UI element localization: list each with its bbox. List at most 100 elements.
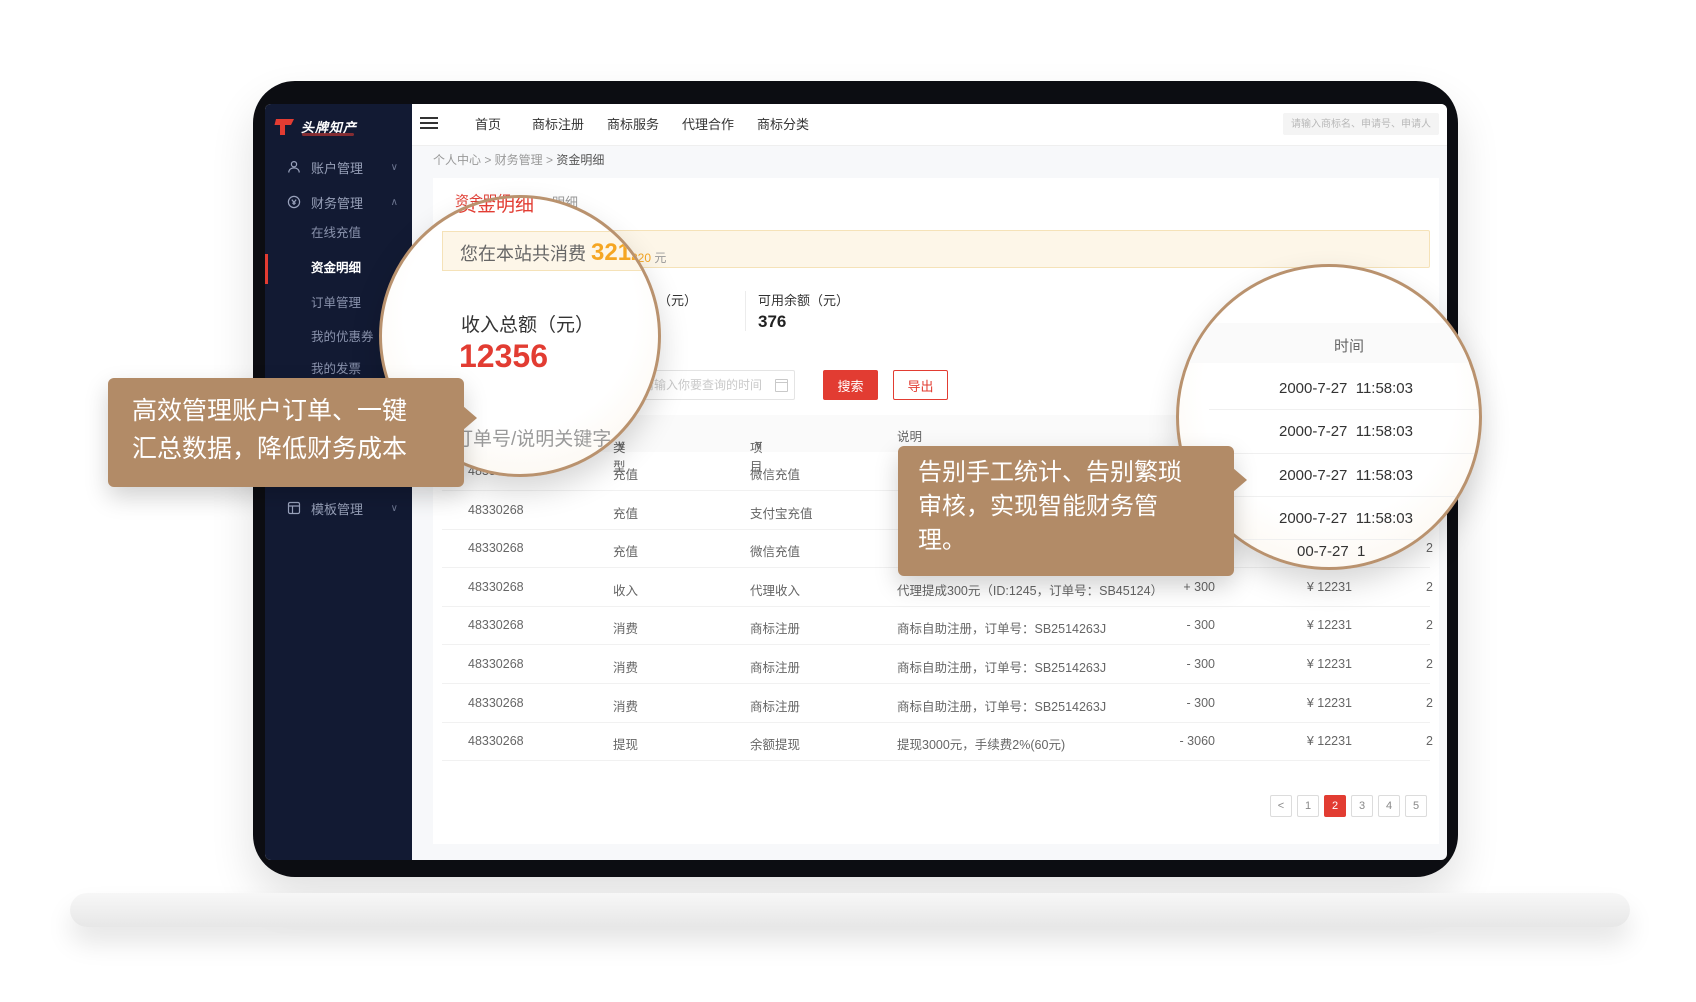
pagination-prev[interactable]: < — [1270, 795, 1292, 817]
col-desc: 说明 — [897, 426, 922, 445]
callout-text: 审核，实现智能财务管 — [918, 490, 1214, 524]
lens-tab-label: 资金明细 — [458, 195, 534, 217]
pagination-page-3[interactable]: 3 — [1351, 795, 1373, 817]
cell-time-fragment: 2 — [1426, 734, 1433, 748]
cell-time-fragment: 2 — [1426, 580, 1433, 594]
cell-order: 48330268 — [468, 541, 524, 555]
cell-type: 充值 — [613, 464, 638, 483]
active-indicator — [265, 254, 268, 284]
cell-balance: ¥ 12231 — [1232, 734, 1352, 748]
lens-time-header-strip: 时间 — [1179, 323, 1479, 363]
cell-balance: ¥ 12231 — [1232, 580, 1352, 594]
cell-order: 48330268 — [468, 734, 524, 748]
nav-agent[interactable]: 代理合作 — [682, 104, 734, 145]
cell-project: 商标注册 — [750, 696, 800, 715]
lens-income-label: 收入总额（元） — [461, 310, 594, 337]
cell-balance: ¥ 12231 — [1232, 618, 1352, 632]
nav-tm-register[interactable]: 商标注册 — [532, 104, 584, 145]
cell-project: 微信充值 — [750, 541, 800, 560]
pagination-page-1[interactable]: 1 — [1297, 795, 1319, 817]
callout-text: 告别手工统计、告别繁琐 — [918, 456, 1214, 490]
cell-amount: - 300 — [1082, 657, 1215, 671]
search-button[interactable]: 搜索 — [823, 370, 878, 400]
user-icon — [287, 160, 301, 174]
sidebar-subitem-coupons[interactable]: 我的优惠券 — [311, 325, 374, 349]
lens-timestamp-fragment: 00-7-27 1 — [1297, 543, 1365, 560]
callout-text: 理。 — [918, 524, 1214, 558]
cell-project: 商标注册 — [750, 657, 800, 676]
sort-caret-icon: ∨ — [754, 437, 763, 452]
sidebar-item-label: 模板管理 — [311, 499, 363, 518]
sidebar-item-finance[interactable]: 财务管理 ∧ — [265, 184, 412, 220]
nav-home[interactable]: 首页 — [475, 104, 501, 145]
stat-balance-label: 可用余额（元） — [758, 290, 849, 309]
cell-time-fragment: 2 — [1426, 541, 1433, 555]
pagination-page-2-active[interactable]: 2 — [1324, 795, 1346, 817]
stat-divider — [745, 291, 746, 331]
lens-notice-text: 您在本站共消费 32124 — [460, 239, 658, 267]
chevron-up-icon: ∧ — [391, 197, 398, 208]
cell-order: 48330268 — [468, 696, 524, 710]
cell-order: 48330268 — [468, 580, 524, 594]
cell-desc: 商标自助注册，订单号：SB2514263J — [897, 657, 1106, 676]
cell-amount: - 3060 — [1082, 734, 1215, 748]
calendar-icon[interactable] — [775, 379, 788, 392]
cell-desc: 商标自助注册，订单号：SB2514263J — [897, 618, 1106, 637]
finance-icon — [287, 195, 301, 209]
lens-timestamp: 2000-7-27 11:58:03 — [1279, 380, 1413, 397]
sidebar-subitem-recharge[interactable]: 在线充值 — [311, 221, 361, 245]
cell-balance: ¥ 12231 — [1232, 696, 1352, 710]
sidebar-item-account[interactable]: 账户管理 ∨ — [265, 149, 412, 185]
cell-type: 充值 — [613, 503, 638, 522]
cell-type: 提现 — [613, 734, 638, 753]
sidebar-subitem-orders[interactable]: 订单管理 — [311, 291, 361, 315]
sidebar-item-label: 财务管理 — [311, 193, 363, 212]
cell-project: 商标注册 — [750, 618, 800, 637]
cell-project: 余额提现 — [750, 734, 800, 753]
cell-amount: - 300 — [1082, 696, 1215, 710]
cell-type: 充值 — [613, 541, 638, 560]
cell-type: 消费 — [613, 618, 638, 637]
lens-row-separator — [1209, 409, 1479, 410]
template-icon — [287, 501, 301, 515]
breadcrumb-current: 资金明细 — [556, 153, 604, 167]
pagination-page-5[interactable]: 5 — [1405, 795, 1427, 817]
cell-order: 48330268 — [468, 503, 524, 517]
sidebar-item-template[interactable]: 模板管理 ∨ — [265, 490, 412, 526]
lens-notice-prefix: 您在本站共消费 — [460, 244, 591, 264]
callout-right: 告别手工统计、告别繁琐 审核，实现智能财务管 理。 — [898, 446, 1234, 576]
lens-notice-value: 32124 — [591, 239, 658, 266]
sidebar-subitem-fund-details[interactable]: 资金明细 — [311, 256, 361, 280]
breadcrumb-path: 个人中心 > 财务管理 > — [433, 153, 556, 167]
lens-timestamp: 2000-7-27 11:58:03 — [1279, 510, 1413, 527]
cell-amount: + 300 — [1082, 580, 1215, 594]
lens-time-header: 时间 — [1334, 335, 1364, 356]
laptop-base — [70, 893, 1630, 927]
table-row[interactable]: 48330268消费商标注册商标自助注册，订单号：SB2514263J- 300… — [442, 606, 1430, 645]
cell-type: 消费 — [613, 657, 638, 676]
export-button[interactable]: 导出 — [893, 370, 948, 400]
sort-caret-icon: ∨ — [617, 437, 626, 452]
pagination-page-4[interactable]: 4 — [1378, 795, 1400, 817]
table-row[interactable]: 48330268 提现 余额提现 提现3000元，手续费2%(60元) - 3060 ¥ … — [442, 722, 1430, 761]
stat-mid-label: （元） — [658, 290, 697, 309]
cell-order: 48330268 — [468, 657, 524, 671]
lens-row-separator — [1209, 496, 1479, 497]
hamburger-menu-icon[interactable] — [420, 117, 438, 131]
nav-tm-class[interactable]: 商标分类 — [757, 104, 809, 145]
marketing-canvas: 头牌知产 账户管理 ∨ 财务管理 ∧ 在线充值 资金明细 订单管理 我的优惠券 … — [0, 0, 1696, 1002]
date-query-input[interactable] — [633, 370, 795, 400]
global-search-input[interactable] — [1283, 113, 1439, 135]
cell-project: 微信充值 — [750, 464, 800, 483]
cell-project: 代理收入 — [750, 580, 800, 599]
table-row[interactable]: 48330268 消费 商标注册 商标自助注册，订单号：SB2514263J- 300… — [442, 645, 1430, 684]
cell-desc: 提现3000元，手续费2%(60元) — [897, 734, 1065, 753]
lens-timestamp: 2000-7-27 11:58:03 — [1279, 423, 1413, 440]
nav-tm-service[interactable]: 商标服务 — [607, 104, 659, 145]
table-row[interactable]: 48330268消费商标注册商标自助注册，订单号：SB2514263J- 300… — [442, 684, 1430, 723]
cell-project: 支付宝充值 — [750, 503, 813, 522]
lens-row-separator — [1209, 539, 1479, 540]
tooltip-arrow-icon — [463, 406, 477, 430]
cell-time-fragment: 2 — [1426, 657, 1433, 671]
cell-desc: 商标自助注册，订单号：SB2514263J — [897, 696, 1106, 715]
